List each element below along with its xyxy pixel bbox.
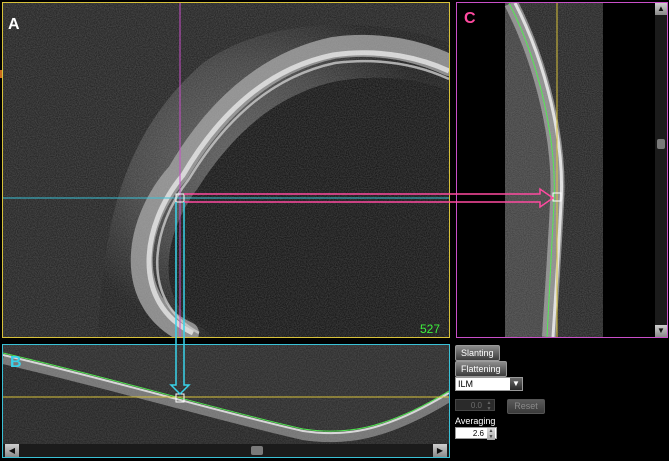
averaging-spinner[interactable]: 2.6 ▲ ▼ (455, 427, 497, 440)
bscan-image-b (3, 345, 449, 457)
spinner-arrows-icon[interactable]: ▲ ▼ (485, 400, 493, 412)
panel-a-label: A (8, 16, 20, 33)
oct-bscan-panel-a[interactable] (2, 2, 450, 338)
averaging-label: Averaging (455, 416, 496, 426)
flattening-button[interactable]: Flattening (455, 361, 507, 377)
chevron-down-icon[interactable]: ▼ (510, 378, 522, 390)
slanting-button[interactable]: Slanting (455, 345, 500, 361)
scroll-left-icon[interactable]: ◀ (5, 444, 19, 457)
layer-select-value: ILM (458, 379, 474, 389)
bscan-image-a (3, 3, 449, 337)
panel-c-label: C (464, 10, 476, 27)
scroll-right-icon[interactable]: ▶ (433, 444, 447, 457)
horizontal-scrollbar[interactable]: ◀ ▶ (3, 444, 449, 457)
averaging-spinner-arrows-icon[interactable]: ▲ ▼ (487, 428, 495, 440)
scroll-down-icon[interactable]: ▼ (655, 325, 667, 337)
layer-select[interactable]: ILM ▼ (455, 377, 523, 391)
reset-button[interactable]: Reset (507, 399, 545, 414)
horizontal-scroll-thumb[interactable] (251, 446, 263, 455)
oct-orthogonal-panel-c[interactable] (456, 2, 668, 338)
panel-b-label: B (10, 354, 22, 371)
offset-spinner[interactable]: 0.0 ▲ ▼ (455, 399, 495, 412)
averaging-value: 2.6 (472, 429, 484, 438)
scroll-up-icon[interactable]: ▲ (655, 3, 667, 15)
bscan-image-c (457, 3, 667, 337)
offset-value: 0.0 (470, 401, 482, 410)
vertical-scrollbar[interactable]: ▲ ▼ (655, 3, 667, 337)
vertical-scroll-thumb[interactable] (657, 139, 665, 149)
slice-number: 527 (420, 322, 441, 336)
oct-horizontal-panel-b[interactable] (2, 344, 450, 458)
